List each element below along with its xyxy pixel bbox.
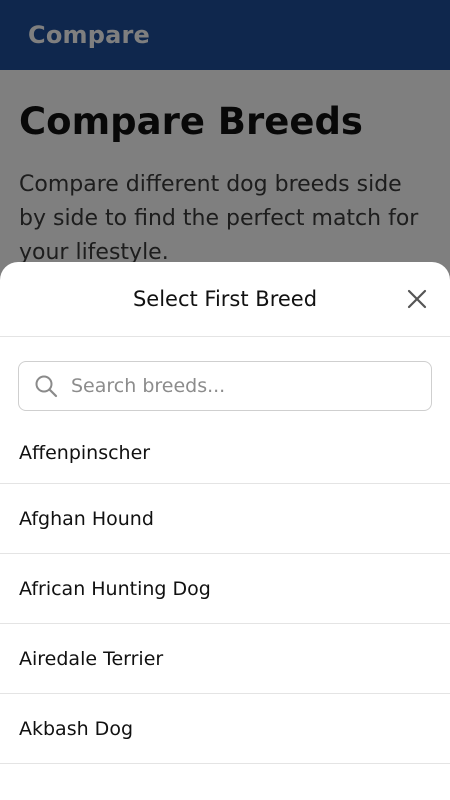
list-item-label: Akbash Dog [19,717,133,740]
close-icon [407,289,427,309]
close-button[interactable] [404,286,430,312]
list-item-label: Affenpinscher [19,442,151,464]
search-icon [35,375,58,398]
sheet-title: Select First Breed [132,287,318,311]
list-item-label: Afghan Hound [19,507,154,530]
list-item[interactable]: Akbash Dog [0,694,450,764]
list-item-label: African Hunting Dog [19,577,211,600]
list-item[interactable]: Airedale Terrier [0,624,450,694]
list-item[interactable]: Afghan Hound [0,484,450,554]
list-item[interactable]: African Hunting Dog [0,554,450,624]
search-container [0,337,450,423]
sheet-header: Select First Breed [0,262,450,337]
breed-select-sheet: Select First Breed Affenpinscher Afghan … [0,262,450,800]
breed-list: Affenpinscher Afghan Hound African Hunti… [0,423,450,764]
search-input[interactable] [69,374,403,398]
list-item[interactable]: Affenpinscher [0,423,450,484]
list-item-label: Airedale Terrier [19,647,164,670]
search-box[interactable] [18,361,432,411]
